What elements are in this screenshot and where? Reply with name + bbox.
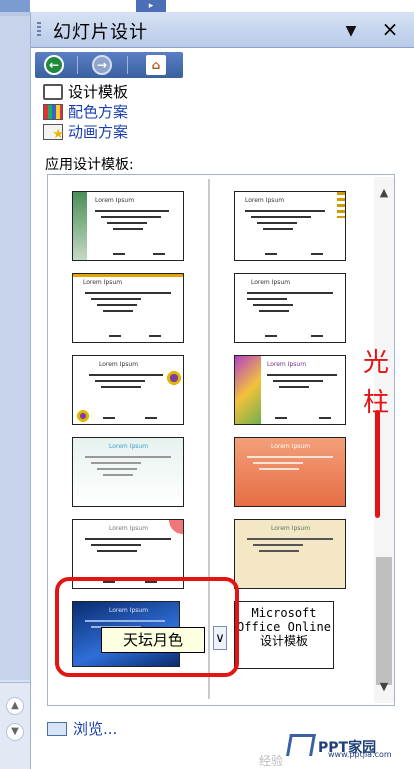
template-thumbnail[interactable]: Lorem Ipsum bbox=[72, 437, 184, 507]
pane-nav-bar: ← → ⌂ bbox=[35, 52, 183, 78]
task-label: 动画方案 bbox=[68, 123, 129, 141]
browse-icon bbox=[47, 722, 67, 736]
browse-link[interactable]: 浏览... bbox=[47, 718, 117, 739]
annotation-bar bbox=[375, 410, 380, 518]
template-thumbnail[interactable]: Lorem Ipsum bbox=[72, 191, 184, 261]
scrollbar-thumb[interactable] bbox=[376, 557, 392, 685]
forward-button[interactable]: → bbox=[91, 55, 113, 75]
template-thumbnail[interactable]: Lorem Ipsum bbox=[234, 191, 346, 261]
scroll-up-icon[interactable]: ▲ bbox=[6, 697, 24, 715]
task-animation-schemes[interactable]: ★ 动画方案 bbox=[43, 122, 128, 142]
design-template-icon bbox=[43, 84, 63, 100]
watermark-faint: 经验 bbox=[259, 754, 284, 768]
template-thumbnail[interactable]: Lorem Ipsum bbox=[72, 355, 184, 425]
nav-separator bbox=[77, 56, 78, 74]
template-thumbnail[interactable]: Lorem Ipsum bbox=[234, 355, 346, 425]
home-icon: ⌂ bbox=[146, 55, 166, 75]
back-button[interactable]: ← bbox=[43, 55, 65, 75]
task-label: 配色方案 bbox=[68, 103, 129, 121]
template-thumbnail[interactable]: Lorem Ipsum bbox=[72, 273, 184, 343]
animation-scheme-icon: ★ bbox=[43, 124, 64, 141]
annotation-char-1: 光 bbox=[363, 348, 390, 378]
watermark-url: www.pptjia.com bbox=[328, 750, 392, 759]
task-color-schemes[interactable]: 配色方案 bbox=[43, 102, 128, 122]
scroll-up-icon[interactable]: ▲ bbox=[376, 185, 392, 201]
home-button[interactable]: ⌂ bbox=[145, 55, 167, 75]
slide-design-task-pane: 幻灯片设计 ▼ × ← → ⌂ 设计模板 配色方案 ★ 动画方案 应用设计模板: … bbox=[30, 12, 414, 769]
microsoft-office-online-templates[interactable]: Microsoft Office Online 设计模板 bbox=[234, 601, 334, 669]
task-design-templates[interactable]: 设计模板 bbox=[43, 82, 128, 102]
ppt-logo-icon bbox=[286, 734, 316, 756]
scroll-down-icon[interactable]: ▼ bbox=[376, 679, 392, 695]
color-scheme-icon bbox=[43, 104, 63, 120]
pane-header: 幻灯片设计 ▼ × bbox=[31, 12, 414, 48]
template-thumbnail[interactable]: Lorem Ipsum bbox=[234, 273, 346, 343]
grip-handle[interactable] bbox=[37, 22, 41, 38]
scroll-down-icon[interactable]: ▼ bbox=[6, 723, 24, 741]
forward-arrow-icon: → bbox=[92, 55, 112, 75]
apply-template-label: 应用设计模板: bbox=[45, 157, 134, 173]
template-dropdown-icon[interactable]: ∨ bbox=[213, 626, 227, 650]
close-icon[interactable]: × bbox=[379, 18, 401, 40]
host-toolbar-arrow-icon[interactable]: ▸ bbox=[136, 0, 166, 12]
watermark: PPT家园 www.pptjia.com bbox=[286, 734, 392, 759]
back-arrow-icon: ← bbox=[44, 55, 64, 75]
host-window-left-strip: ▲ ▼ bbox=[0, 0, 30, 769]
pane-menu-dropdown-icon[interactable]: ▼ bbox=[341, 22, 361, 40]
browse-label: 浏览... bbox=[73, 720, 118, 738]
pane-title: 幻灯片设计 bbox=[53, 22, 148, 43]
task-label: 设计模板 bbox=[68, 83, 129, 101]
template-thumbnail[interactable]: Lorem Ipsum bbox=[234, 519, 346, 589]
host-bottom-panel: ▲ ▼ bbox=[0, 682, 30, 769]
template-thumbnail[interactable]: Lorem Ipsum bbox=[234, 437, 346, 507]
template-tooltip: 天坛月色 bbox=[101, 627, 205, 653]
nav-separator bbox=[127, 56, 128, 74]
